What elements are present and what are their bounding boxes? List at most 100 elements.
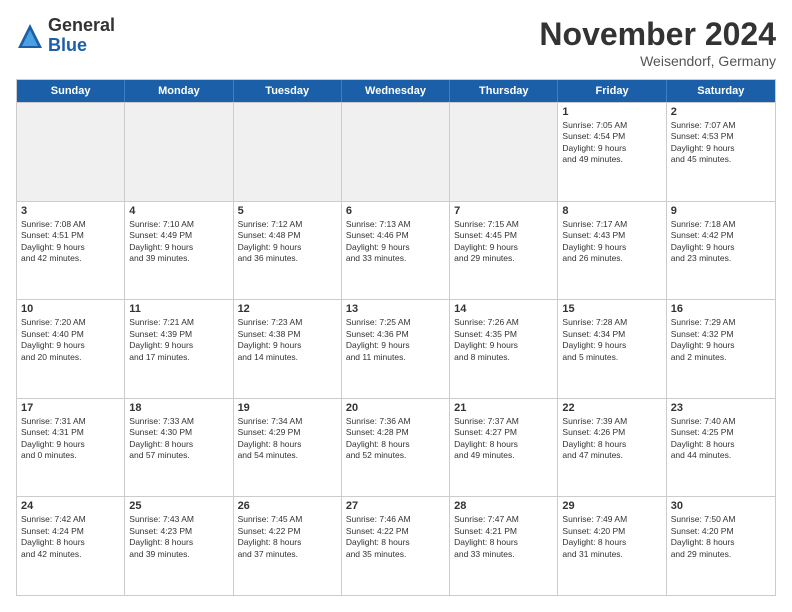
cell-info: Sunrise: 7:45 AM Sunset: 4:22 PM Dayligh… [238, 514, 337, 560]
day-number: 20 [346, 402, 445, 414]
day-number: 12 [238, 303, 337, 315]
logo: General Blue [16, 16, 115, 56]
day-number: 18 [129, 402, 228, 414]
header-saturday: Saturday [667, 80, 775, 102]
calendar-header: Sunday Monday Tuesday Wednesday Thursday… [17, 80, 775, 102]
cal-cell-r2-c1: 11Sunrise: 7:21 AM Sunset: 4:39 PM Dayli… [125, 300, 233, 398]
cell-info: Sunrise: 7:29 AM Sunset: 4:32 PM Dayligh… [671, 317, 771, 363]
header-wednesday: Wednesday [342, 80, 450, 102]
cal-cell-r1-c5: 8 Sunrise: 7:17 AM Sunset: 4:43 PM Daylig… [558, 202, 666, 300]
cal-cell-r4-c2: 26 Sunrise: 7:45 AM Sunset: 4:22 PM Dayli… [234, 497, 342, 595]
cal-cell-r1-c1: 4Sunrise: 7:10 AM Sunset: 4:49 PM Daylig… [125, 202, 233, 300]
day-number: 2 [671, 106, 771, 118]
header: General Blue November 2024 Weisendorf, G… [16, 16, 776, 69]
cell-info: Sunrise: 7:50 AM Sunset: 4:20 PM Dayligh… [671, 514, 771, 560]
cal-cell-r2-c2: 12 Sunrise: 7:23 AM Sunset: 4:38 PM Dayli… [234, 300, 342, 398]
cell-info: Sunrise: 7:28 AM Sunset: 4:34 PM Dayligh… [562, 317, 661, 363]
cal-cell-r3-c2: 19 Sunrise: 7:34 AM Sunset: 4:29 PM Dayli… [234, 399, 342, 497]
cal-cell-r1-c3: 6Sunrise: 7:13 AM Sunset: 4:46 PM Daylig… [342, 202, 450, 300]
cal-cell-r4-c0: 24 Sunrise: 7:42 AM Sunset: 4:24 PM Dayli… [17, 497, 125, 595]
day-number: 23 [671, 402, 771, 414]
day-number: 19 [238, 402, 337, 414]
cal-cell-r3-c5: 22Sunrise: 7:39 AM Sunset: 4:26 PM Dayli… [558, 399, 666, 497]
cell-info: Sunrise: 7:42 AM Sunset: 4:24 PM Dayligh… [21, 514, 120, 560]
logo-blue: Blue [48, 35, 87, 55]
cal-row-0: 1Sunrise: 7:05 AM Sunset: 4:54 PM Daylig… [17, 102, 775, 201]
cal-cell-r4-c5: 29 Sunrise: 7:49 AM Sunset: 4:20 PM Dayli… [558, 497, 666, 595]
cal-cell-r2-c3: 13Sunrise: 7:25 AM Sunset: 4:36 PM Dayli… [342, 300, 450, 398]
cell-info: Sunrise: 7:47 AM Sunset: 4:21 PM Dayligh… [454, 514, 553, 560]
cell-info: Sunrise: 7:37 AM Sunset: 4:27 PM Dayligh… [454, 416, 553, 462]
cell-info: Sunrise: 7:36 AM Sunset: 4:28 PM Dayligh… [346, 416, 445, 462]
cal-cell-r3-c1: 18 Sunrise: 7:33 AM Sunset: 4:30 PM Dayli… [125, 399, 233, 497]
cal-cell-r2-c5: 15 Sunrise: 7:28 AM Sunset: 4:34 PM Dayli… [558, 300, 666, 398]
day-number: 1 [562, 106, 661, 118]
cal-cell-r0-c4 [450, 103, 558, 201]
header-friday: Friday [558, 80, 666, 102]
cell-info: Sunrise: 7:15 AM Sunset: 4:45 PM Dayligh… [454, 219, 553, 265]
day-number: 9 [671, 205, 771, 217]
cal-cell-r1-c6: 9Sunrise: 7:18 AM Sunset: 4:42 PM Daylig… [667, 202, 775, 300]
cal-cell-r1-c2: 5 Sunrise: 7:12 AM Sunset: 4:48 PM Daylig… [234, 202, 342, 300]
cal-row-2: 10 Sunrise: 7:20 AM Sunset: 4:40 PM Dayli… [17, 299, 775, 398]
cal-cell-r3-c3: 20 Sunrise: 7:36 AM Sunset: 4:28 PM Dayli… [342, 399, 450, 497]
cell-info: Sunrise: 7:25 AM Sunset: 4:36 PM Dayligh… [346, 317, 445, 363]
calendar-body: 1Sunrise: 7:05 AM Sunset: 4:54 PM Daylig… [17, 102, 775, 595]
cal-cell-r1-c4: 7 Sunrise: 7:15 AM Sunset: 4:45 PM Daylig… [450, 202, 558, 300]
day-number: 21 [454, 402, 553, 414]
cal-cell-r1-c0: 3Sunrise: 7:08 AM Sunset: 4:51 PM Daylig… [17, 202, 125, 300]
logo-icon [16, 22, 44, 50]
title-block: November 2024 Weisendorf, Germany [539, 16, 776, 69]
cell-info: Sunrise: 7:21 AM Sunset: 4:39 PM Dayligh… [129, 317, 228, 363]
cell-info: Sunrise: 7:13 AM Sunset: 4:46 PM Dayligh… [346, 219, 445, 265]
day-number: 8 [562, 205, 661, 217]
header-monday: Monday [125, 80, 233, 102]
cal-row-4: 24 Sunrise: 7:42 AM Sunset: 4:24 PM Dayli… [17, 496, 775, 595]
cal-row-1: 3Sunrise: 7:08 AM Sunset: 4:51 PM Daylig… [17, 201, 775, 300]
cal-cell-r0-c5: 1Sunrise: 7:05 AM Sunset: 4:54 PM Daylig… [558, 103, 666, 201]
cell-info: Sunrise: 7:08 AM Sunset: 4:51 PM Dayligh… [21, 219, 120, 265]
cal-cell-r4-c4: 28 Sunrise: 7:47 AM Sunset: 4:21 PM Dayli… [450, 497, 558, 595]
cell-info: Sunrise: 7:07 AM Sunset: 4:53 PM Dayligh… [671, 120, 771, 166]
cal-cell-r0-c6: 2 Sunrise: 7:07 AM Sunset: 4:53 PM Daylig… [667, 103, 775, 201]
cell-info: Sunrise: 7:33 AM Sunset: 4:30 PM Dayligh… [129, 416, 228, 462]
cal-cell-r4-c3: 27 Sunrise: 7:46 AM Sunset: 4:22 PM Dayli… [342, 497, 450, 595]
calendar: Sunday Monday Tuesday Wednesday Thursday… [16, 79, 776, 596]
cell-info: Sunrise: 7:43 AM Sunset: 4:23 PM Dayligh… [129, 514, 228, 560]
cell-info: Sunrise: 7:12 AM Sunset: 4:48 PM Dayligh… [238, 219, 337, 265]
cell-info: Sunrise: 7:34 AM Sunset: 4:29 PM Dayligh… [238, 416, 337, 462]
cal-row-3: 17Sunrise: 7:31 AM Sunset: 4:31 PM Dayli… [17, 398, 775, 497]
header-tuesday: Tuesday [234, 80, 342, 102]
day-number: 28 [454, 500, 553, 512]
cal-cell-r0-c2 [234, 103, 342, 201]
cell-info: Sunrise: 7:23 AM Sunset: 4:38 PM Dayligh… [238, 317, 337, 363]
day-number: 29 [562, 500, 661, 512]
day-number: 27 [346, 500, 445, 512]
month-title: November 2024 [539, 16, 776, 53]
cal-cell-r2-c0: 10 Sunrise: 7:20 AM Sunset: 4:40 PM Dayli… [17, 300, 125, 398]
day-number: 14 [454, 303, 553, 315]
day-number: 22 [562, 402, 661, 414]
day-number: 30 [671, 500, 771, 512]
day-number: 16 [671, 303, 771, 315]
cal-cell-r2-c6: 16 Sunrise: 7:29 AM Sunset: 4:32 PM Dayli… [667, 300, 775, 398]
cell-info: Sunrise: 7:10 AM Sunset: 4:49 PM Dayligh… [129, 219, 228, 265]
logo-general: General [48, 15, 115, 35]
logo-text: General Blue [48, 16, 115, 56]
cal-cell-r0-c3 [342, 103, 450, 201]
cell-info: Sunrise: 7:20 AM Sunset: 4:40 PM Dayligh… [21, 317, 120, 363]
day-number: 25 [129, 500, 228, 512]
day-number: 10 [21, 303, 120, 315]
cal-cell-r4-c6: 30 Sunrise: 7:50 AM Sunset: 4:20 PM Dayli… [667, 497, 775, 595]
cell-info: Sunrise: 7:17 AM Sunset: 4:43 PM Dayligh… [562, 219, 661, 265]
day-number: 26 [238, 500, 337, 512]
day-number: 5 [238, 205, 337, 217]
cal-cell-r3-c6: 23Sunrise: 7:40 AM Sunset: 4:25 PM Dayli… [667, 399, 775, 497]
day-number: 24 [21, 500, 120, 512]
cell-info: Sunrise: 7:46 AM Sunset: 4:22 PM Dayligh… [346, 514, 445, 560]
cell-info: Sunrise: 7:49 AM Sunset: 4:20 PM Dayligh… [562, 514, 661, 560]
header-sunday: Sunday [17, 80, 125, 102]
cell-info: Sunrise: 7:26 AM Sunset: 4:35 PM Dayligh… [454, 317, 553, 363]
day-number: 15 [562, 303, 661, 315]
day-number: 7 [454, 205, 553, 217]
